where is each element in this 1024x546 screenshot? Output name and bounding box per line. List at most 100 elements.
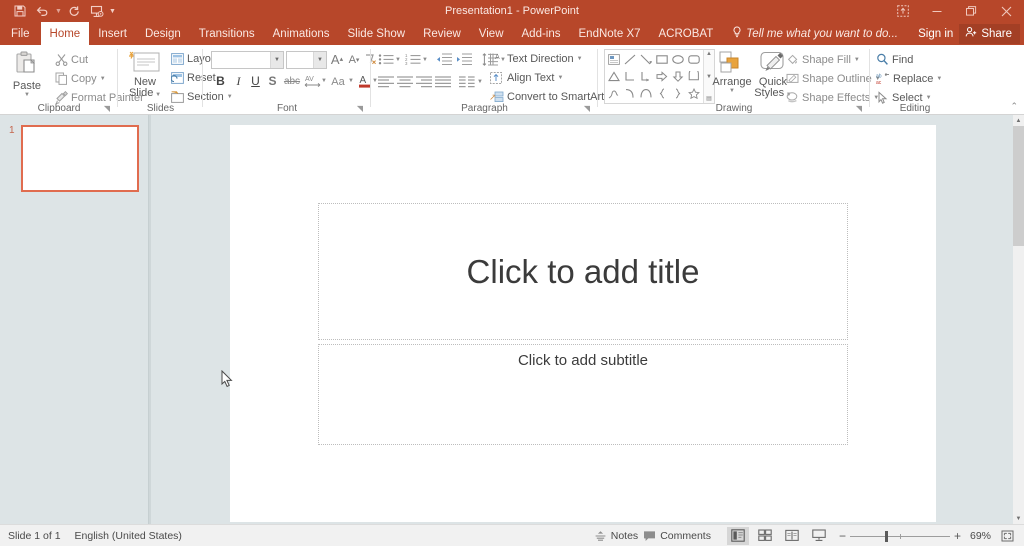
- align-text-dropdown-icon[interactable]: ▼: [558, 75, 564, 81]
- title-placeholder[interactable]: Click to add title: [318, 203, 848, 340]
- language-label[interactable]: English (United States): [75, 530, 182, 542]
- slide-canvas[interactable]: Click to add title Click to add subtitle: [230, 125, 936, 522]
- numbering-dropdown-icon[interactable]: ▼: [422, 57, 428, 63]
- shape-rectangle-icon[interactable]: [654, 51, 670, 68]
- shape-right-brace-icon[interactable]: [670, 85, 686, 102]
- zoom-slider-handle[interactable]: [885, 531, 888, 542]
- tab-animations[interactable]: Animations: [264, 22, 339, 45]
- paste-dropdown-icon[interactable]: ▼: [24, 92, 30, 98]
- zoom-in-button[interactable]: +: [950, 529, 965, 543]
- font-color-icon[interactable]: A: [357, 72, 371, 89]
- shape-curve-icon[interactable]: [622, 85, 638, 102]
- slide-sorter-view-icon[interactable]: [754, 527, 776, 545]
- text-direction-button[interactable]: A Text Direction ▼: [489, 52, 583, 66]
- italic-icon[interactable]: I: [231, 73, 246, 89]
- character-spacing-dropdown-icon[interactable]: ▼: [321, 78, 327, 84]
- text-direction-dropdown-icon[interactable]: ▼: [577, 56, 583, 62]
- paragraph-dialog-launcher[interactable]: ◥: [584, 104, 590, 113]
- shape-textbox-icon[interactable]: [606, 51, 622, 68]
- undo-dropdown-icon[interactable]: ▼: [54, 8, 63, 15]
- slide-edit-area[interactable]: Click to add title Click to add subtitle: [151, 115, 1013, 524]
- change-case-dropdown-icon[interactable]: ▼: [348, 78, 354, 84]
- shape-arrow-icon[interactable]: [638, 51, 654, 68]
- font-size-dropdown-icon[interactable]: ▼: [313, 52, 326, 68]
- arrange-dropdown-icon[interactable]: ▼: [729, 88, 735, 94]
- slide-thumbnail-pane[interactable]: 1: [0, 115, 149, 524]
- shape-triangle-icon[interactable]: [606, 68, 622, 85]
- text-shadow-icon[interactable]: S: [265, 73, 280, 89]
- justify-icon[interactable]: [434, 74, 451, 89]
- notes-button[interactable]: Notes: [594, 530, 638, 542]
- save-icon[interactable]: [10, 2, 30, 20]
- shape-elbow-arrow-connector-icon[interactable]: [638, 68, 654, 85]
- start-from-beginning-icon[interactable]: [87, 2, 107, 20]
- tab-view[interactable]: View: [470, 22, 513, 45]
- tab-slide-show[interactable]: Slide Show: [339, 22, 415, 45]
- select-dropdown-icon[interactable]: ▼: [926, 95, 932, 101]
- comments-button[interactable]: Comments: [643, 530, 711, 542]
- replace-dropdown-icon[interactable]: ▼: [936, 76, 942, 82]
- shape-fill-button[interactable]: Shape Fill ▼: [786, 53, 860, 66]
- replace-button[interactable]: abac Replace ▼: [876, 72, 942, 85]
- shape-star-icon[interactable]: [686, 85, 702, 102]
- scrollbar-thumb[interactable]: [1013, 126, 1024, 246]
- align-text-button[interactable]: Align Text ▼: [489, 71, 563, 85]
- tab-design[interactable]: Design: [136, 22, 190, 45]
- vertical-scrollbar[interactable]: ▲ ▼: [1013, 115, 1024, 524]
- clipboard-dialog-launcher[interactable]: ◥: [104, 104, 110, 113]
- gallery-more-icon[interactable]: ▤: [706, 96, 712, 102]
- shape-fill-dropdown-icon[interactable]: ▼: [854, 57, 860, 63]
- shapes-gallery[interactable]: ▲ ▼ ▤: [604, 49, 715, 104]
- customize-qat-icon[interactable]: ▼: [109, 8, 116, 15]
- tab-acrobat[interactable]: ACROBAT: [650, 22, 723, 45]
- shape-flowchart-icon[interactable]: [686, 68, 702, 85]
- align-right-icon[interactable]: [415, 74, 432, 89]
- shape-right-arrow-icon[interactable]: [654, 68, 670, 85]
- new-slide-button[interactable]: New Slide ▼: [122, 51, 168, 101]
- subtitle-placeholder[interactable]: Click to add subtitle: [318, 344, 848, 445]
- shape-rounded-rectangle-icon[interactable]: [686, 51, 702, 68]
- copy-dropdown-icon[interactable]: ▼: [100, 76, 106, 82]
- shape-line-icon[interactable]: [622, 51, 638, 68]
- close-icon[interactable]: [988, 0, 1024, 22]
- fit-to-window-icon[interactable]: [996, 527, 1018, 545]
- bold-icon[interactable]: B: [213, 73, 228, 89]
- font-dialog-launcher[interactable]: ◥: [357, 104, 363, 113]
- undo-icon[interactable]: [32, 2, 52, 20]
- sign-in-link[interactable]: Sign in: [918, 28, 953, 40]
- font-name-dropdown-icon[interactable]: ▼: [270, 52, 283, 68]
- zoom-out-button[interactable]: −: [835, 529, 850, 543]
- bullets-dropdown-icon[interactable]: ▼: [395, 57, 401, 63]
- find-button[interactable]: Find: [876, 53, 913, 66]
- arrange-button[interactable]: Arrange ▼: [711, 51, 753, 94]
- reading-view-icon[interactable]: [781, 527, 803, 545]
- tab-home[interactable]: Home: [41, 22, 90, 45]
- underline-icon[interactable]: U: [248, 73, 263, 89]
- ribbon-display-options-icon[interactable]: [886, 0, 920, 22]
- drawing-dialog-launcher[interactable]: ◥: [856, 104, 862, 113]
- tab-endnote-x7[interactable]: EndNote X7: [570, 22, 650, 45]
- paste-button[interactable]: Paste ▼: [4, 51, 50, 98]
- zoom-level-label[interactable]: 69%: [970, 530, 991, 542]
- convert-to-smartart-button[interactable]: ↗ Convert to SmartArt ▼: [489, 90, 613, 104]
- slide-count-label[interactable]: Slide 1 of 1: [8, 530, 61, 542]
- columns-dropdown-icon[interactable]: ▼: [477, 79, 483, 85]
- align-left-icon[interactable]: [377, 74, 394, 89]
- tab-insert[interactable]: Insert: [89, 22, 136, 45]
- shape-elbow-connector-icon[interactable]: [622, 68, 638, 85]
- shape-scribble-icon[interactable]: [606, 85, 622, 102]
- shape-left-brace-icon[interactable]: [654, 85, 670, 102]
- increase-font-size-icon[interactable]: A▴: [329, 50, 345, 68]
- character-spacing-icon[interactable]: AV: [303, 72, 321, 89]
- numbering-icon[interactable]: 123: [404, 52, 421, 67]
- slide-show-view-icon[interactable]: [808, 527, 830, 545]
- decrease-indent-icon[interactable]: [435, 52, 452, 67]
- scroll-up-icon[interactable]: ▲: [1013, 115, 1024, 126]
- strikethrough-icon[interactable]: abc: [283, 74, 301, 89]
- tab-add-ins[interactable]: Add-ins: [513, 22, 570, 45]
- cut-button[interactable]: Cut: [55, 53, 88, 66]
- decrease-font-size-icon[interactable]: A▾: [346, 51, 362, 69]
- shape-outline-button[interactable]: Shape Outline ▼: [786, 72, 881, 85]
- align-center-icon[interactable]: [396, 74, 413, 89]
- shape-down-arrow-icon[interactable]: [670, 68, 686, 85]
